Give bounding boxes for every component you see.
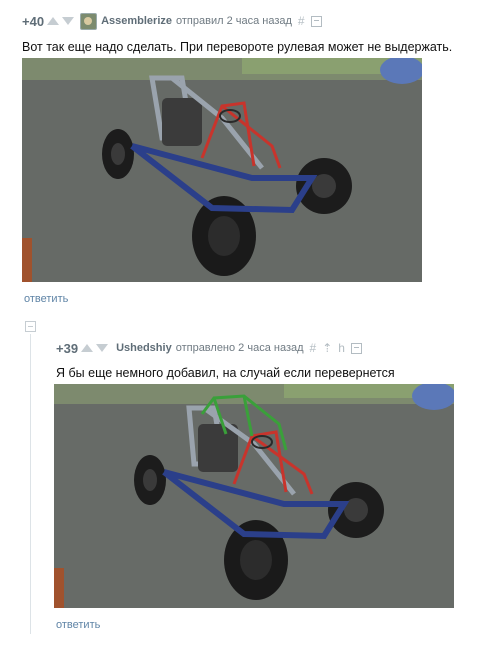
author-name[interactable]: Assemblerize xyxy=(101,15,172,27)
reply-link[interactable]: ответить xyxy=(24,293,68,305)
hash-icon[interactable]: # xyxy=(310,341,317,355)
comment-time[interactable]: отправил 2 часа назад xyxy=(176,15,292,27)
vote-down-icon[interactable] xyxy=(96,344,109,352)
save-icon[interactable] xyxy=(310,15,322,27)
buggy-image-modified xyxy=(54,384,454,608)
author-name[interactable]: Ushedshiy xyxy=(116,342,172,354)
hash-icon[interactable]: # xyxy=(298,14,305,28)
buggy-image xyxy=(22,58,422,282)
comment-rating: +39 xyxy=(56,340,79,356)
reply-link[interactable]: ответить xyxy=(56,619,100,631)
vote-up-icon[interactable] xyxy=(47,17,60,25)
save-icon[interactable] xyxy=(350,342,362,354)
avatar[interactable] xyxy=(80,12,98,30)
comment-time[interactable]: отправлено 2 часа назад xyxy=(176,342,304,354)
comment-1-photo[interactable] xyxy=(22,58,422,282)
vote-up-icon[interactable] xyxy=(81,344,94,352)
comment-2-photo[interactable] xyxy=(54,384,454,608)
comment-text: Вот так еще надо сделать. При перевороте… xyxy=(22,40,453,54)
comment-text: Я бы еще немного добавил, на случай если… xyxy=(56,366,395,380)
comment-1-header: +40 Assemblerize отправил 2 часа назад # xyxy=(22,12,322,30)
branch-icon[interactable]: h xyxy=(338,341,345,355)
collapse-toggle-icon[interactable] xyxy=(25,321,36,332)
parent-arrow-icon[interactable]: ⇡ xyxy=(322,341,332,355)
vote-down-icon[interactable] xyxy=(62,17,75,25)
thread-line xyxy=(30,334,31,634)
comment-rating: +40 xyxy=(22,13,45,29)
comment-2-header: +39 Ushedshiy отправлено 2 часа назад # … xyxy=(56,339,362,357)
